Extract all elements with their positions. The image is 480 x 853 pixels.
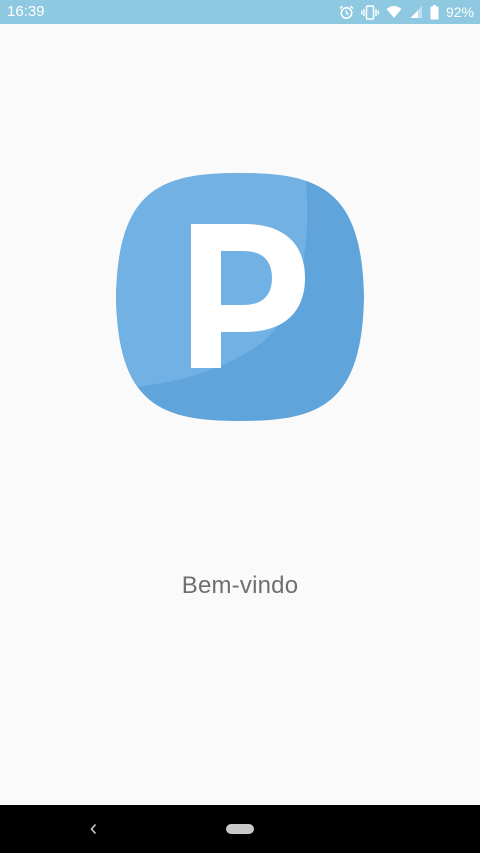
battery-icon [430,4,439,20]
status-bar: 16:39 92% [0,0,480,24]
home-button[interactable] [226,824,254,834]
wifi-icon [386,5,402,19]
status-time: 16:39 [7,3,45,20]
alarm-icon [339,5,354,20]
chevron-left-icon [90,823,97,835]
welcome-text: Bem-vindo [181,572,299,599]
splash-screen: 16:39 92% Bem-vindo [0,0,480,853]
status-icons: 92% [339,0,474,24]
battery-percent: 92% [445,4,474,20]
back-button[interactable] [84,819,104,839]
vibrate-icon [361,4,379,20]
app-logo [114,171,366,423]
cell-signal-icon [409,5,423,19]
navigation-bar [0,805,480,853]
